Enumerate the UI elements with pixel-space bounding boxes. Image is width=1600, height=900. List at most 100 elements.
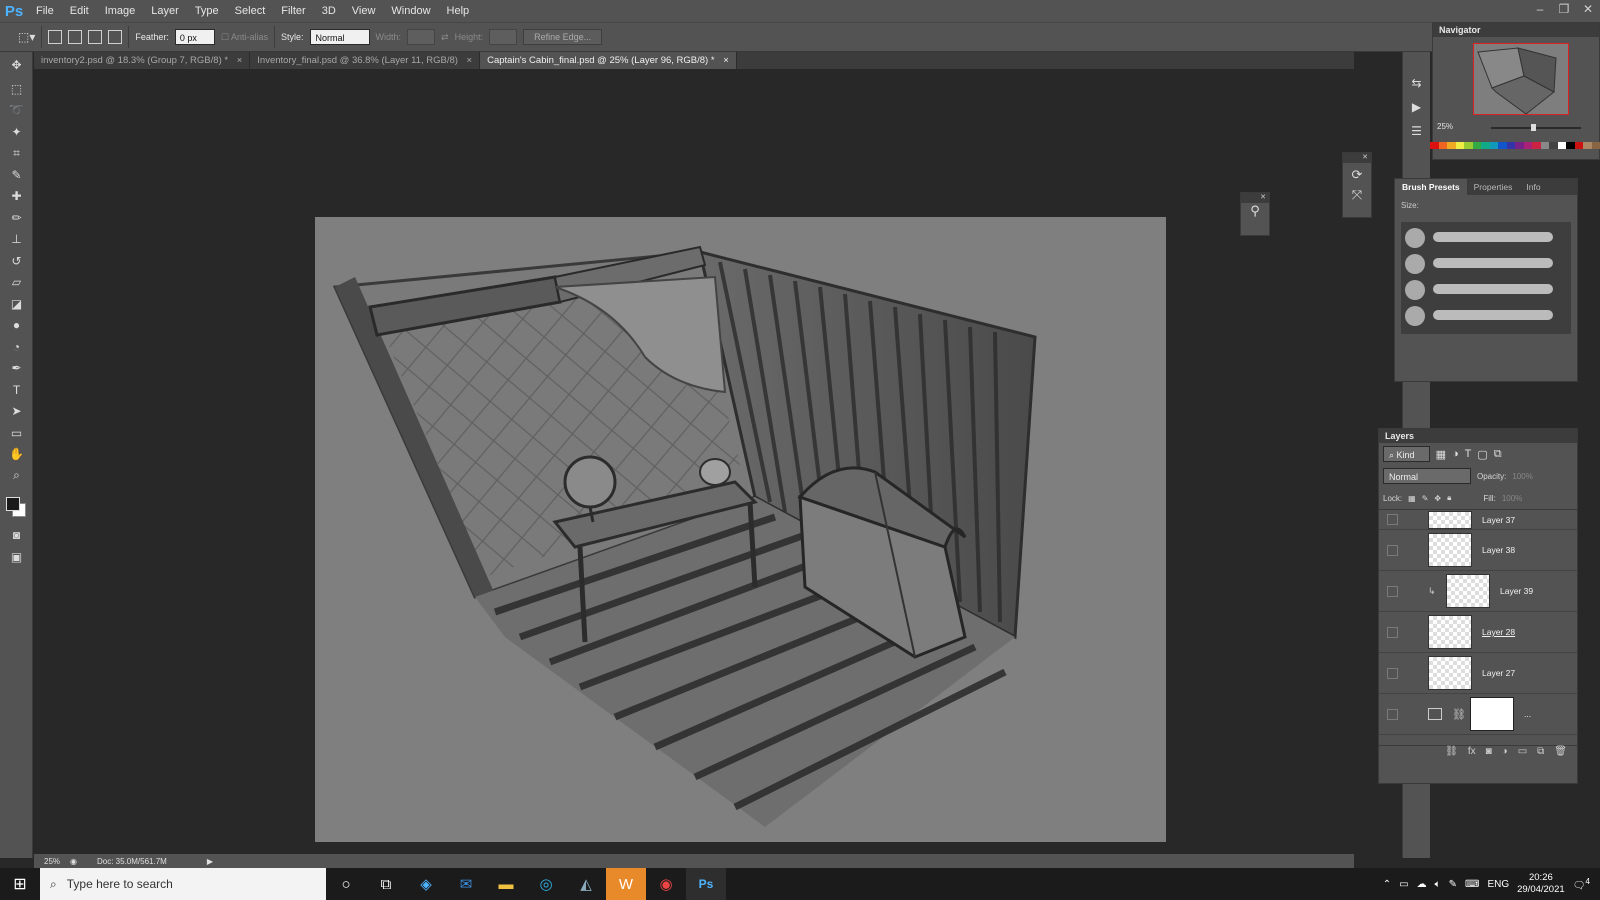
height-input[interactable] bbox=[489, 29, 518, 45]
color-swatches[interactable] bbox=[0, 491, 32, 525]
menu-help[interactable]: Help bbox=[439, 0, 478, 22]
visibility-toggle[interactable] bbox=[1387, 544, 1398, 556]
battery-icon[interactable]: ▭ bbox=[1399, 879, 1408, 890]
brush-stroke-preview[interactable] bbox=[1433, 284, 1553, 294]
healing-brush-tool-icon[interactable]: ✚ bbox=[0, 186, 33, 208]
foreground-color-swatch[interactable] bbox=[6, 496, 20, 511]
onedrive-icon[interactable]: ☁ bbox=[1417, 879, 1427, 890]
magic-wand-tool-icon[interactable]: ✦ bbox=[0, 121, 33, 143]
history-brush-tool-icon[interactable]: ↺ bbox=[0, 250, 33, 272]
minimize-button[interactable]: – bbox=[1528, 0, 1552, 18]
history-panel-icon[interactable]: ⇆ bbox=[1403, 76, 1430, 90]
file-explorer-icon[interactable]: ▬ bbox=[486, 868, 526, 900]
brush-tip-icon[interactable] bbox=[1405, 306, 1425, 326]
antialias-checkbox[interactable]: ☐ Anti-alias bbox=[221, 32, 268, 43]
wacom-icon[interactable]: W bbox=[606, 868, 646, 900]
volume-icon[interactable]: 🔈︎ bbox=[1435, 879, 1441, 890]
menu-edit[interactable]: Edit bbox=[62, 0, 97, 22]
intersect-selection-icon[interactable] bbox=[108, 30, 123, 44]
pen-icon[interactable]: ✎ bbox=[1449, 879, 1457, 890]
layer-row[interactable]: Layer 27 bbox=[1379, 653, 1577, 694]
visibility-toggle[interactable] bbox=[1387, 626, 1398, 638]
filter-adjust-icon[interactable]: ◑ bbox=[1452, 448, 1459, 460]
app-icon[interactable]: ◭ bbox=[566, 868, 606, 900]
dodge-tool-icon[interactable]: ◔ bbox=[0, 336, 33, 358]
layer-comps-icon[interactable]: ☰ bbox=[1403, 124, 1430, 138]
fx-icon[interactable]: fx bbox=[1468, 746, 1476, 763]
brush-tip-icon[interactable] bbox=[1405, 280, 1425, 300]
style-select[interactable]: Normal bbox=[309, 29, 370, 45]
filter-pixel-icon[interactable]: ▦ bbox=[1436, 448, 1446, 461]
menu-image[interactable]: Image bbox=[97, 0, 144, 22]
actions-panel-icon[interactable]: ▶ bbox=[1403, 100, 1430, 114]
taskbar-search[interactable]: ⌕ Type here to search bbox=[40, 868, 326, 900]
visibility-toggle[interactable] bbox=[1387, 585, 1398, 597]
tab-properties[interactable]: Properties bbox=[1467, 179, 1520, 195]
brush-tip-icon[interactable] bbox=[1405, 254, 1425, 274]
notifications-icon[interactable]: 🗨︎4 bbox=[1573, 876, 1590, 891]
width-input[interactable] bbox=[407, 29, 436, 45]
blur-tool-icon[interactable]: ● bbox=[0, 315, 33, 337]
layer-row[interactable]: Layer 28 bbox=[1379, 612, 1577, 653]
lock-transparent-icon[interactable]: ▦ bbox=[1408, 494, 1416, 503]
tab-brush-presets[interactable]: Brush Presets bbox=[1395, 179, 1467, 195]
eraser-tool-icon[interactable]: ▱ bbox=[0, 272, 33, 294]
lock-all-icon[interactable]: 🔒︎ bbox=[1447, 493, 1451, 503]
filter-type-icon[interactable]: T bbox=[1465, 448, 1472, 460]
tab-inventory-final[interactable]: Inventory_final.psd @ 36.8% (Layer 11, R… bbox=[250, 52, 481, 69]
move-tool-icon[interactable]: ✥ bbox=[0, 52, 33, 78]
3d-scale-icon[interactable]: ⤧ bbox=[1343, 187, 1371, 203]
navigator-thumbnail[interactable] bbox=[1473, 43, 1569, 115]
task-view-icon[interactable]: ⧉ bbox=[366, 868, 406, 900]
menu-type[interactable]: Type bbox=[187, 0, 227, 22]
crop-tool-icon[interactable]: ⌗ bbox=[0, 143, 33, 165]
adjustment-layer-icon[interactable]: ◑ bbox=[1502, 746, 1508, 763]
delete-layer-icon[interactable]: 🗑︎ bbox=[1554, 746, 1567, 763]
navigator-zoom-slider[interactable] bbox=[1491, 124, 1581, 131]
menu-select[interactable]: Select bbox=[227, 0, 274, 22]
brush-tip-icon[interactable] bbox=[1405, 228, 1425, 248]
clone-stamp-tool-icon[interactable]: ⊥ bbox=[0, 229, 33, 251]
kind-select[interactable]: ⌕ Kind bbox=[1383, 446, 1430, 462]
document-canvas[interactable] bbox=[315, 217, 1166, 842]
menu-window[interactable]: Window bbox=[383, 0, 438, 22]
status-info-icon[interactable]: ◉ bbox=[70, 857, 97, 866]
close-button[interactable]: ✕ bbox=[1576, 0, 1600, 18]
add-selection-icon[interactable] bbox=[68, 30, 83, 44]
restore-button[interactable]: ❐ bbox=[1552, 0, 1576, 18]
layer-row[interactable]: ↳ Layer 39 bbox=[1379, 571, 1577, 612]
menu-view[interactable]: View bbox=[344, 0, 384, 22]
close-icon[interactable]: × bbox=[237, 55, 243, 66]
screen-mode-icon[interactable]: ▣ bbox=[0, 546, 33, 568]
slider-handle[interactable] bbox=[1531, 124, 1536, 131]
opacity-value[interactable]: 100% bbox=[1512, 472, 1532, 481]
lock-move-icon[interactable]: ✥ bbox=[1434, 494, 1441, 503]
paint-bucket-tool-icon[interactable]: ◪ bbox=[0, 293, 33, 315]
lasso-tool-icon[interactable]: ➰ bbox=[0, 100, 33, 122]
layers-title[interactable]: Layers bbox=[1379, 429, 1577, 443]
zoom-level[interactable]: 25% bbox=[34, 857, 70, 866]
tab-info[interactable]: Info bbox=[1519, 179, 1547, 195]
fill-value[interactable]: 100% bbox=[1502, 494, 1522, 503]
rectangle-tool-icon[interactable]: ▭ bbox=[0, 422, 33, 444]
path-selection-tool-icon[interactable]: ➤ bbox=[0, 401, 33, 423]
language-indicator[interactable]: ENG bbox=[1487, 879, 1509, 890]
tab-captains-cabin[interactable]: Captain's Cabin_final.psd @ 25% (Layer 9… bbox=[480, 52, 737, 69]
3d-rotate-icon[interactable]: ⟳ bbox=[1343, 167, 1371, 183]
photoshop-express-icon[interactable]: ◈ bbox=[406, 868, 446, 900]
layer-row[interactable]: Layer 38 bbox=[1379, 530, 1577, 571]
menu-layer[interactable]: Layer bbox=[143, 0, 187, 22]
close-icon[interactable]: × bbox=[467, 55, 473, 66]
brush-tool-icon[interactable]: ✏ bbox=[0, 207, 33, 229]
marquee-preset-icon[interactable]: ⬚▾ bbox=[18, 30, 35, 44]
subtract-selection-icon[interactable] bbox=[88, 30, 103, 44]
feather-input[interactable]: 0 px bbox=[174, 29, 215, 45]
menu-file[interactable]: File bbox=[28, 0, 62, 22]
swatches-strip[interactable] bbox=[1430, 142, 1600, 156]
swap-icon[interactable]: ⇄ bbox=[441, 32, 449, 43]
visibility-toggle[interactable] bbox=[1387, 667, 1398, 679]
blend-mode-select[interactable]: Normal bbox=[1383, 468, 1471, 484]
visibility-toggle[interactable] bbox=[1387, 514, 1398, 525]
panel-grip[interactable]: ✕ bbox=[1343, 153, 1371, 163]
filter-smart-icon[interactable]: ⧉ bbox=[1494, 448, 1502, 461]
